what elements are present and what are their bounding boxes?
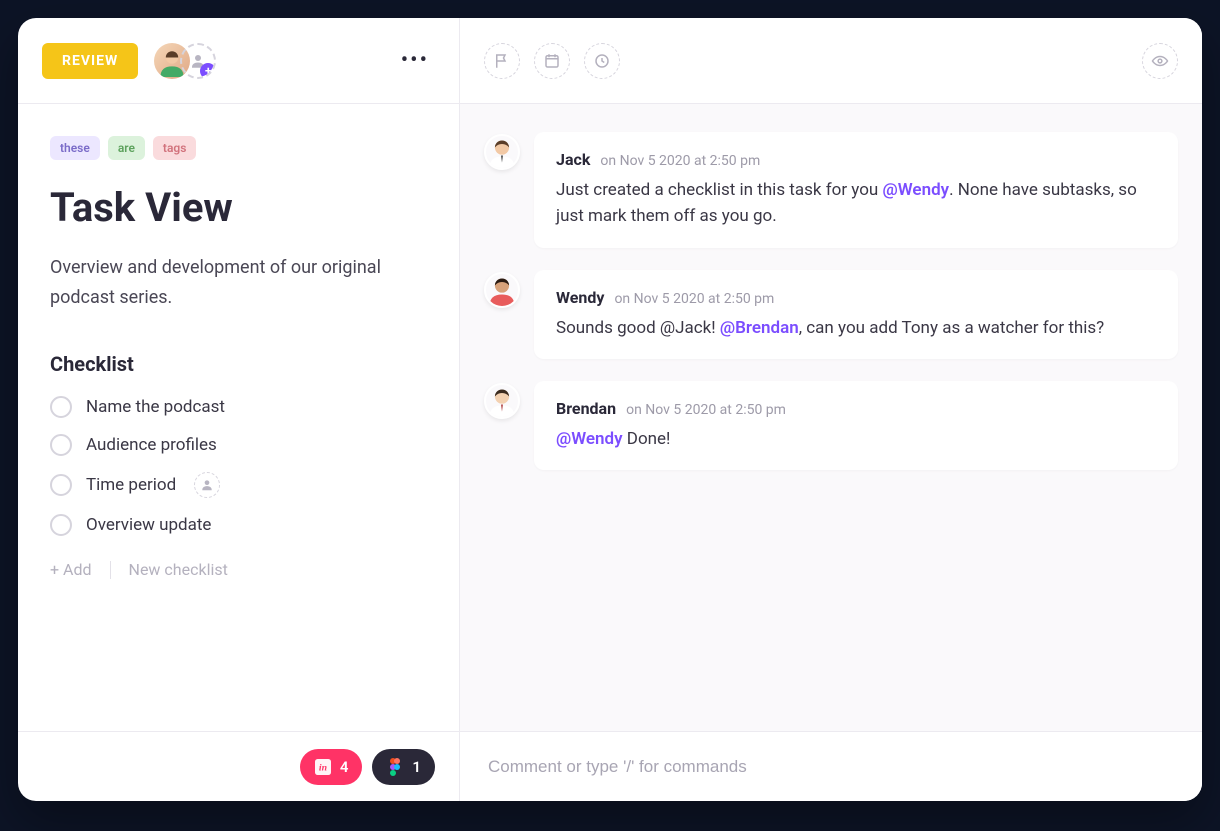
comment-row: Brendanon Nov 5 2020 at 2:50 pm@Wendy Do… <box>484 381 1178 470</box>
left-panel: REVIEW + ••• t <box>18 18 460 801</box>
tag-list: these aretags <box>50 136 427 160</box>
comment-bubble: Brendanon Nov 5 2020 at 2:50 pm@Wendy Do… <box>534 381 1178 470</box>
divider <box>110 561 111 579</box>
checkbox[interactable] <box>50 396 72 418</box>
comment-text: , can you add Tony as a watcher for this… <box>799 318 1104 338</box>
tag[interactable]: these <box>50 136 100 160</box>
checklist-item-label[interactable]: Time period <box>86 475 176 495</box>
tag[interactable]: are <box>108 136 145 160</box>
checkbox[interactable] <box>50 514 72 536</box>
checkbox[interactable] <box>50 474 72 496</box>
figma-chip[interactable]: 1 <box>372 749 435 785</box>
new-checklist-button[interactable]: New checklist <box>129 560 228 579</box>
checklist-item: Name the podcast <box>50 396 427 418</box>
comment-row: Jack on Nov 5 2020 at 2:50 pm Just created… <box>484 132 1178 248</box>
right-panel: Jack on Nov 5 2020 at 2:50 pm Just created… <box>460 18 1202 801</box>
comment-author: Jack <box>556 150 590 169</box>
comment-author: Wendy <box>556 288 604 307</box>
checklist-heading: Checklist <box>50 352 427 376</box>
comment-thread: Jack on Nov 5 2020 at 2:50 pm Just created… <box>460 104 1202 731</box>
watchers-button[interactable] <box>1142 43 1178 79</box>
comment-avatar[interactable] <box>484 383 520 419</box>
comment-text: Done! <box>623 429 671 449</box>
add-item-button[interactable]: + Add <box>50 560 92 579</box>
right-footer <box>460 731 1202 801</box>
flag-icon <box>493 52 511 70</box>
calendar-icon <box>543 52 561 70</box>
right-header <box>460 18 1202 104</box>
comment-text: Just created a checklist in this task fo… <box>556 180 883 200</box>
comment-avatar[interactable] <box>484 134 520 170</box>
checklist-item-label[interactable]: Name the podcast <box>86 397 225 417</box>
add-assignee-button[interactable]: + <box>180 43 216 79</box>
tag[interactable]: tags <box>153 136 196 160</box>
left-footer: in 4 1 <box>18 731 459 801</box>
checklist-item: Audience profiles <box>50 434 427 456</box>
plus-icon: + <box>200 63 216 79</box>
mention[interactable]: @Wendy <box>883 180 950 200</box>
comment-author: Brendan <box>556 399 616 418</box>
invision-icon: in <box>314 758 332 776</box>
clock-icon <box>593 52 611 70</box>
svg-text:in: in <box>319 762 327 773</box>
checklist: Name the podcast Audience profiles Time pe… <box>50 396 427 536</box>
due-date-button[interactable] <box>534 43 570 79</box>
task-card: REVIEW + ••• t <box>18 18 1202 801</box>
more-menu-button[interactable]: ••• <box>395 42 435 79</box>
task-description[interactable]: Overview and development of our original… <box>50 253 427 312</box>
status-pill[interactable]: REVIEW <box>42 43 138 79</box>
comment-bubble: Wendy on Nov 5 2020 at 2:50 pm Sounds good… <box>534 270 1178 359</box>
comment-input[interactable] <box>488 757 1174 777</box>
left-header: REVIEW + ••• <box>18 18 459 104</box>
mention[interactable]: @Brendan <box>720 318 799 338</box>
left-body: these aretags Task View Overview and deve… <box>18 104 459 731</box>
checklist-item-label[interactable]: Audience profiles <box>86 435 217 455</box>
checklist-item: Time period <box>50 472 427 498</box>
task-title[interactable]: Task View <box>50 184 427 231</box>
comment-timestamp: on Nov 5 2020 at 2:50 pm <box>600 153 760 169</box>
figma-icon <box>386 758 404 776</box>
time-estimate-button[interactable] <box>584 43 620 79</box>
comment-bubble: Jack on Nov 5 2020 at 2:50 pm Just created… <box>534 132 1178 248</box>
comment-avatar[interactable] <box>484 272 520 308</box>
comment-body: @Wendy Done! <box>556 426 1156 452</box>
comment-timestamp: on Nov 5 2020 at 2:50 pm <box>626 402 786 418</box>
checklist-item: Overview update <box>50 514 427 536</box>
invision-chip[interactable]: in 4 <box>300 749 363 785</box>
checkbox[interactable] <box>50 434 72 456</box>
comment-timestamp: on Nov 5 2020 at 2:50 pm <box>614 291 774 307</box>
invision-count: 4 <box>340 758 349 776</box>
comment-text: Sounds good @Jack! <box>556 318 720 338</box>
priority-flag-button[interactable] <box>484 43 520 79</box>
checklist-actions: + Add New checklist <box>50 560 427 579</box>
mention[interactable]: @Wendy <box>556 429 623 449</box>
user-icon <box>200 478 214 492</box>
comment-row: Wendy on Nov 5 2020 at 2:50 pm Sounds good… <box>484 270 1178 359</box>
eye-icon <box>1151 52 1169 70</box>
assignee-group: + <box>154 43 216 79</box>
checklist-item-label[interactable]: Overview update <box>86 515 211 535</box>
comment-body: Sounds good @Jack! @Brendan, can you add… <box>556 315 1156 341</box>
assign-item-button[interactable] <box>194 472 220 498</box>
figma-count: 1 <box>412 758 421 776</box>
comment-body: Just created a checklist in this task fo… <box>556 177 1156 230</box>
